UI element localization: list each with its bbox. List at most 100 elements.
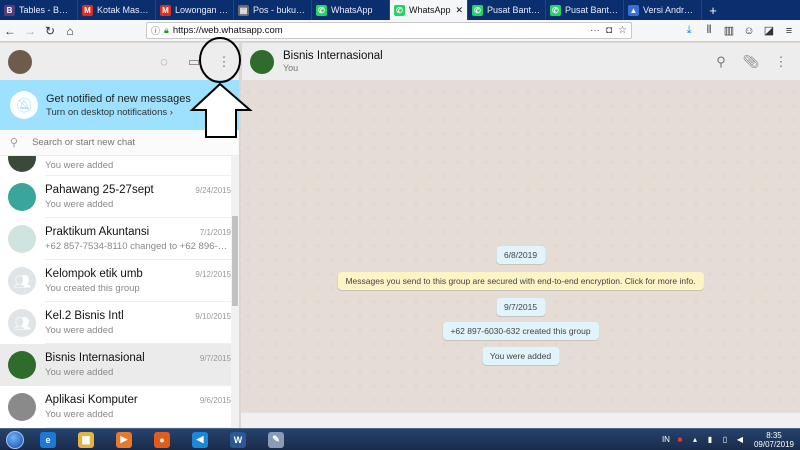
- chat-list-scrollbar[interactable]: [231, 156, 239, 428]
- notification-title: Get notified of new messages: [46, 92, 191, 105]
- chat-name: Aplikasi Komputer: [45, 393, 138, 406]
- browser-tab[interactable]: B Tables - Bootstr: [0, 0, 78, 20]
- taskbar-app-paint[interactable]: ✎: [258, 430, 294, 450]
- lock-icon: 🔒︎: [164, 25, 169, 35]
- url-bar[interactable]: ⓘ 🔒︎ https://web.whatsapp.com ··· ◘ ☆: [146, 22, 632, 39]
- more-actions-icon[interactable]: ···: [590, 25, 600, 36]
- browser-tab[interactable]: ✆ Pusat Bantuan W: [468, 0, 546, 20]
- status-icon[interactable]: ◌: [149, 47, 179, 77]
- windows-taskbar: e ▆ ▶ ● ◀ W ✎ IN ■ ▴ ▮ ▯ ◀ 8:35 09/07/2019: [0, 428, 800, 450]
- volume-icon[interactable]: ◀: [735, 435, 745, 445]
- encryption-notice[interactable]: Messages you send to this group are secu…: [337, 272, 704, 290]
- taskbar-app-word[interactable]: W: [220, 430, 256, 450]
- search-messages-icon[interactable]: ⚲: [708, 49, 734, 75]
- antivirus-icon[interactable]: ■: [675, 435, 685, 445]
- browser-tab[interactable]: ▤ Pos - bukugue.cc: [234, 0, 312, 20]
- whatsapp-icon: ✆: [316, 4, 327, 16]
- attach-icon[interactable]: 📎︎: [738, 49, 764, 75]
- browser-tab[interactable]: ✆ WhatsApp ✕: [390, 0, 468, 20]
- group-default-avatar-icon: 👥︎: [8, 267, 36, 295]
- tab-title: Tables - Bootstr: [19, 5, 73, 15]
- explorer-icon: ▆: [78, 431, 94, 448]
- whatsapp-app: ◌ ▭ ⋮ 🔕︎ Get notified of new messages Tu…: [0, 43, 800, 428]
- back-icon[interactable]: ←: [0, 21, 20, 41]
- search-bar: ⚲: [0, 130, 239, 156]
- new-tab-button[interactable]: +: [702, 0, 724, 20]
- chat-sidebar: ◌ ▭ ⋮ 🔕︎ Get notified of new messages Tu…: [0, 43, 240, 428]
- sidebar-toggle-icon[interactable]: ▥: [722, 22, 736, 39]
- system-tray: IN ■ ▴ ▮ ▯ ◀ 8:35 09/07/2019: [662, 431, 800, 449]
- chat-name: Praktikum Akuntansi: [45, 225, 150, 238]
- new-chat-icon[interactable]: ▭: [179, 47, 209, 77]
- browser-tab[interactable]: ✆ Pusat Bantuan W: [546, 0, 624, 20]
- notification-banner[interactable]: 🔕︎ Get notified of new messages Turn on …: [0, 80, 239, 130]
- url-text[interactable]: https://web.whatsapp.com: [173, 25, 584, 36]
- browser-tab[interactable]: ✆ WhatsApp: [312, 0, 390, 20]
- muted-bell-icon: 🔕︎: [10, 91, 38, 119]
- screenshot-icon[interactable]: ◪: [762, 22, 776, 39]
- download-icon[interactable]: ⤓: [682, 22, 696, 39]
- browser-nav-bar: ← → ↻ ⌂ ⓘ 🔒︎ https://web.whatsapp.com ··…: [0, 20, 800, 42]
- taskbar-app-media-player[interactable]: ▶: [106, 430, 142, 450]
- info-icon[interactable]: ⓘ: [151, 24, 160, 37]
- network-icon[interactable]: ▮: [705, 435, 715, 445]
- taskbar-app-vscode[interactable]: ◀: [182, 430, 218, 450]
- group-default-avatar-icon: 👥︎: [8, 309, 36, 337]
- clock[interactable]: 8:35 09/07/2019: [754, 431, 794, 449]
- chat-avatar: [8, 225, 36, 253]
- chat-avatar: [8, 183, 36, 211]
- firefox-icon: ●: [154, 431, 170, 448]
- chat-list-item[interactable]: Praktikum Akuntansi 7/1/2019 +62 857-7534-…: [0, 218, 239, 260]
- chat-list-item[interactable]: Pahawang 25-27sept 9/24/2015 You were adde…: [0, 176, 239, 218]
- browser-tab[interactable]: M Kotak Masuk (24: [78, 0, 156, 20]
- close-tab-icon[interactable]: ✕: [455, 5, 463, 16]
- tray-expand-icon[interactable]: ▴: [690, 435, 700, 445]
- browser-tab[interactable]: ▲ Versi Android Ini: [624, 0, 702, 20]
- chat-list-item[interactable]: 👥︎ Kelompok etik umb 9/12/2015 You created …: [0, 260, 239, 302]
- hamburger-menu-icon[interactable]: ≡: [782, 22, 796, 39]
- start-button[interactable]: [0, 429, 30, 450]
- chat-list: You were added Pahawang 25-27sept 9/24/201…: [0, 156, 239, 428]
- chat-list-item[interactable]: Bisnis Internasional 9/7/2015 You were add…: [0, 344, 239, 386]
- forward-icon[interactable]: →: [20, 21, 40, 41]
- message-composer[interactable]: [241, 412, 800, 428]
- bookmark-star-icon[interactable]: ☆: [618, 25, 627, 36]
- tab-title: Pusat Bantuan W: [487, 5, 541, 15]
- pocket-icon[interactable]: ◘: [606, 25, 612, 36]
- taskbar-app-firefox[interactable]: ●: [144, 430, 180, 450]
- taskbar-app-ie[interactable]: e: [30, 430, 66, 450]
- taskbar-app-explorer[interactable]: ▆: [68, 430, 104, 450]
- tab-title: Pusat Bantuan W: [565, 5, 619, 15]
- chat-list-item[interactable]: You were added: [0, 156, 239, 176]
- search-input[interactable]: [32, 137, 229, 148]
- chat-name: Pahawang 25-27sept: [45, 183, 154, 196]
- clock-time: 8:35: [766, 430, 782, 440]
- battery-icon[interactable]: ▯: [720, 435, 730, 445]
- system-message: 6/8/2019: [495, 246, 546, 264]
- media-player-icon: ▶: [116, 431, 132, 448]
- conversation-header[interactable]: Bisnis Internasional You ⚲ 📎︎ ⋮: [241, 43, 800, 80]
- whatsapp-icon: ✆: [394, 4, 405, 16]
- menu-dots-icon[interactable]: ⋮: [209, 47, 239, 77]
- browser-tab-bar: B Tables - Bootstr M Kotak Masuk (24 M Lowong…: [0, 0, 800, 20]
- my-avatar[interactable]: [8, 49, 32, 74]
- page-icon: ▤: [238, 4, 249, 16]
- chat-date: 9/7/2015: [199, 353, 231, 363]
- ie-icon: e: [40, 431, 56, 448]
- tab-title: WhatsApp: [409, 5, 451, 15]
- language-indicator[interactable]: IN: [662, 435, 670, 444]
- chat-date: 9/24/2015: [195, 185, 231, 195]
- reader-icon[interactable]: ☺: [742, 22, 756, 39]
- browser-tab[interactable]: M Lowongan peru: [156, 0, 234, 20]
- chat-list-item[interactable]: Aplikasi Komputer 9/6/2015 You were added: [0, 386, 239, 428]
- system-message: 9/7/2015: [495, 298, 546, 316]
- enable-notifications-link[interactable]: Turn on desktop notifications ›: [46, 107, 191, 118]
- home-icon[interactable]: ⌂: [60, 21, 80, 41]
- chat-avatar: [8, 156, 36, 172]
- group-avatar[interactable]: [250, 49, 274, 74]
- reload-icon[interactable]: ↻: [40, 21, 60, 41]
- chat-list-item[interactable]: 👥︎ Kel.2 Bisnis Intl 9/10/2015 You were add…: [0, 302, 239, 344]
- chat-name: Kel.2 Bisnis Intl: [45, 309, 124, 322]
- library-icon[interactable]: ⫴: [702, 22, 716, 39]
- conversation-menu-icon[interactable]: ⋮: [768, 49, 794, 75]
